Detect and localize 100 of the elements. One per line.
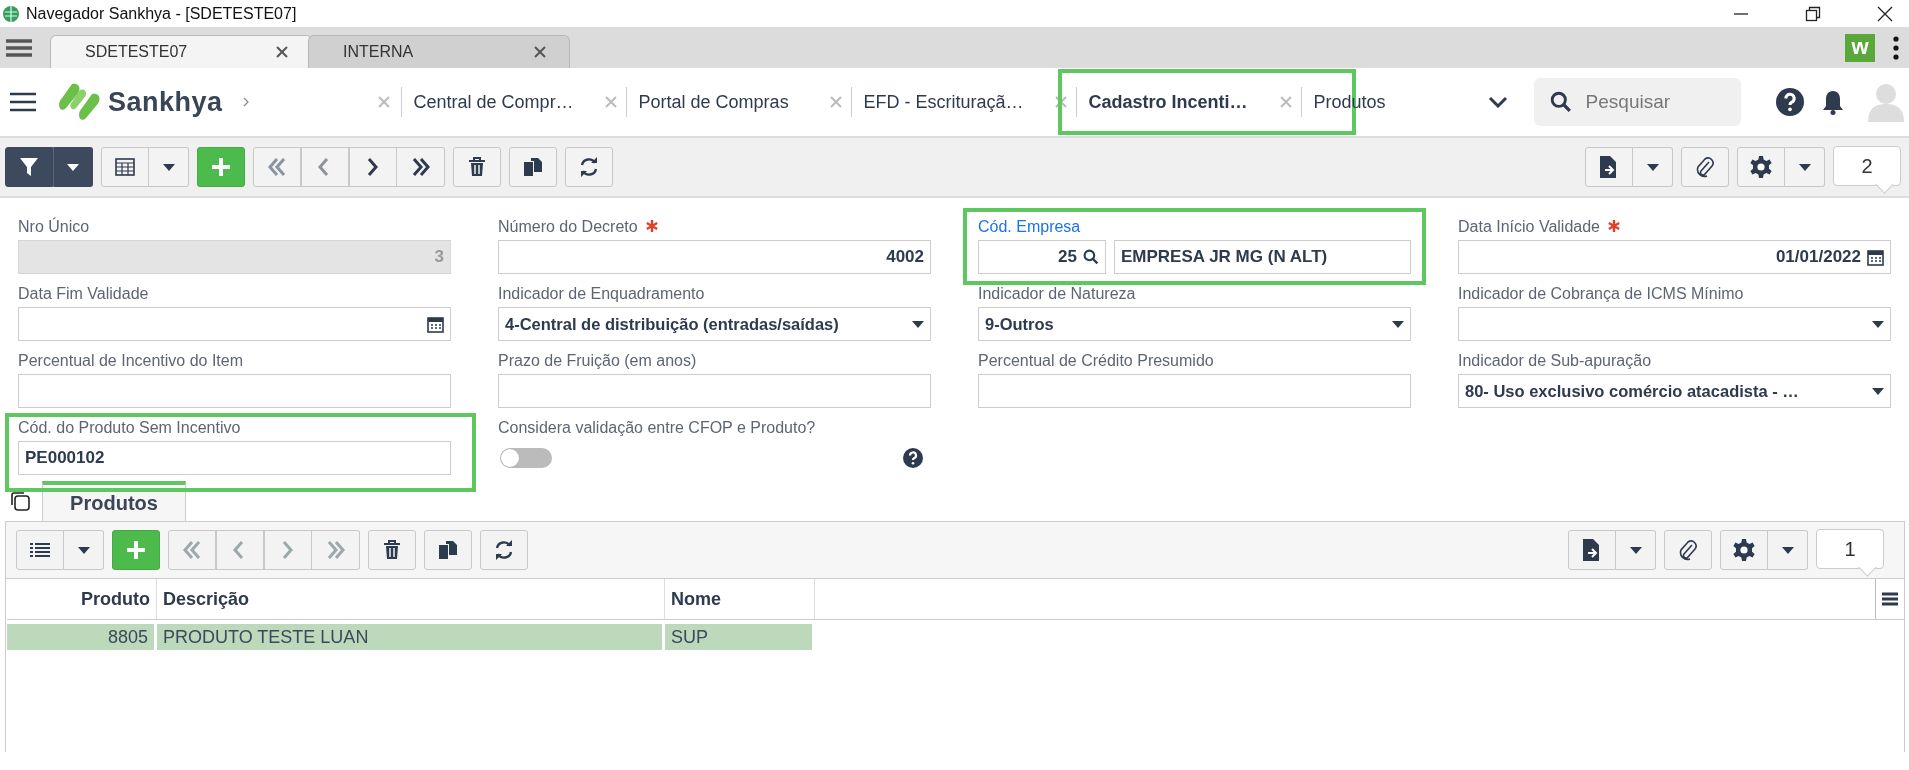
help-icon[interactable] <box>903 448 923 468</box>
close-icon[interactable] <box>275 45 289 59</box>
dropdown-button[interactable] <box>53 147 93 187</box>
close-icon[interactable] <box>1877 5 1893 22</box>
tab-label[interactable]: Portal de Compras <box>638 91 789 113</box>
first-button[interactable] <box>253 147 301 187</box>
export-icon <box>1583 539 1601 561</box>
tab-label[interactable]: EFD - Escrituraçã… <box>863 91 1024 113</box>
app-tab[interactable]: Central de Compr… <box>400 87 626 117</box>
attach-button[interactable] <box>1681 147 1729 187</box>
tab-label[interactable]: Cadastro Incenti… <box>1088 91 1248 113</box>
table-cell[interactable]: PRODUTO TESTE LUAN <box>157 624 662 650</box>
field-label: Nro Único <box>18 218 90 236</box>
input-field[interactable]: PE000102 <box>18 441 451 475</box>
field-label: Indicador de Cobrança de ICMS Mínimo <box>1458 285 1744 303</box>
delete-button[interactable] <box>368 530 416 570</box>
field-label: Indicador de Enquadramento <box>498 285 705 303</box>
window-title: Navegador Sankhya - [SDETESTE07] <box>26 4 297 23</box>
column-header[interactable]: Descrição <box>157 579 665 619</box>
field-label: Percentual de Crédito Presumido <box>978 352 1214 370</box>
caret-icon <box>912 320 924 328</box>
code-field[interactable]: 25 <box>978 240 1106 274</box>
first-arrow-icon <box>267 157 287 177</box>
search-icon[interactable] <box>1083 249 1099 265</box>
caret-icon <box>1872 320 1884 328</box>
field-label: Cód. do Produto Sem Incentivo <box>18 419 241 437</box>
first-arrow-icon <box>182 540 202 560</box>
copy-outline-icon[interactable] <box>10 491 30 511</box>
select-field[interactable]: 9-Outros <box>978 307 1411 341</box>
calendar-icon[interactable] <box>427 315 444 333</box>
caret-icon <box>1629 546 1642 554</box>
app-tab[interactable]: Cadastro Incenti… <box>1075 87 1301 117</box>
column-header[interactable]: Produto <box>7 579 157 619</box>
attach-button[interactable] <box>1664 530 1712 570</box>
duplicate-button[interactable] <box>424 530 472 570</box>
last-arrow-icon <box>325 540 346 560</box>
table-cell[interactable]: 8805 <box>7 624 154 650</box>
chevron-icon[interactable] <box>242 97 249 107</box>
paperclip-icon <box>1678 539 1698 561</box>
record-count: 2 <box>1833 146 1901 196</box>
restore-icon[interactable] <box>1805 5 1821 22</box>
menu-icon[interactable] <box>10 92 36 112</box>
calendar-icon[interactable] <box>1867 248 1884 266</box>
export-button[interactable] <box>1568 530 1616 570</box>
field-label: Data Início Validade <box>1458 218 1600 236</box>
trash-icon <box>383 540 401 560</box>
app-tab[interactable]: EFD - Escrituraçã… <box>850 87 1076 117</box>
tab-label[interactable]: Central de Compr… <box>413 91 574 113</box>
input-field[interactable] <box>498 374 931 408</box>
table-cell[interactable]: SUP <box>665 624 812 650</box>
select-field[interactable]: 4-Central de distribuição (entradas/saídas) <box>498 307 931 341</box>
menu-icon[interactable] <box>6 37 32 58</box>
refresh-button[interactable] <box>480 530 528 570</box>
bell-icon[interactable] <box>1821 89 1844 115</box>
input-field[interactable]: 4002 <box>498 240 931 274</box>
export-icon <box>1600 156 1618 178</box>
app-tab[interactable]: Portal de Compras <box>625 87 851 117</box>
field-label: Indicador de Natureza <box>978 285 1136 303</box>
settings-button[interactable] <box>1720 530 1768 570</box>
toggle-switch[interactable] <box>500 448 552 468</box>
duplicate-button[interactable] <box>509 147 557 187</box>
columns-menu-icon[interactable] <box>1882 592 1898 606</box>
refresh-button[interactable] <box>565 147 613 187</box>
settings-button[interactable] <box>1737 147 1785 187</box>
detail-tab[interactable]: Produtos <box>42 481 186 521</box>
field-label[interactable]: Cód. Empresa <box>978 218 1081 236</box>
add-button[interactable] <box>197 147 245 187</box>
list-view-button[interactable] <box>16 530 64 570</box>
search-field[interactable]: Pesquisar <box>1533 78 1741 126</box>
add-button[interactable] <box>112 530 160 570</box>
grid-view-button[interactable] <box>101 147 149 187</box>
trash-icon <box>468 157 486 177</box>
column-header[interactable]: Nome <box>665 579 815 619</box>
field-label: Percentual de Incentivo do Item <box>18 352 244 370</box>
filter-button[interactable] <box>5 147 53 187</box>
copy-icon <box>523 157 543 177</box>
description-field[interactable]: EMPRESA JR MG (N ALT) <box>1114 240 1411 274</box>
app-icon <box>2 4 20 23</box>
search-icon[interactable] <box>1549 91 1572 113</box>
plus-icon <box>126 540 146 560</box>
more-icon[interactable] <box>1893 35 1899 60</box>
paperclip-icon <box>1695 156 1715 178</box>
brand-name: Sankhya <box>108 86 223 118</box>
delete-button[interactable] <box>453 147 501 187</box>
select-field[interactable] <box>1458 307 1891 341</box>
export-button[interactable] <box>1585 147 1633 187</box>
next-button[interactable] <box>349 147 397 187</box>
select-field[interactable]: 80- Uso exclusivo comércio atacadista - … <box>1458 374 1891 408</box>
last-button[interactable] <box>397 147 445 187</box>
browser-tab[interactable]: INTERNA <box>308 35 570 68</box>
grid-icon <box>115 158 135 176</box>
date-field[interactable] <box>18 307 451 341</box>
record-count: 1 <box>1816 529 1884 579</box>
chevron-down-icon[interactable] <box>1487 96 1508 108</box>
date-field[interactable]: 01/01/2022 <box>1458 240 1891 274</box>
input-field[interactable] <box>18 374 451 408</box>
help-icon[interactable] <box>1775 88 1804 116</box>
input-field[interactable] <box>978 374 1411 408</box>
settings-icon <box>1733 539 1755 561</box>
caret-icon <box>1798 163 1811 171</box>
